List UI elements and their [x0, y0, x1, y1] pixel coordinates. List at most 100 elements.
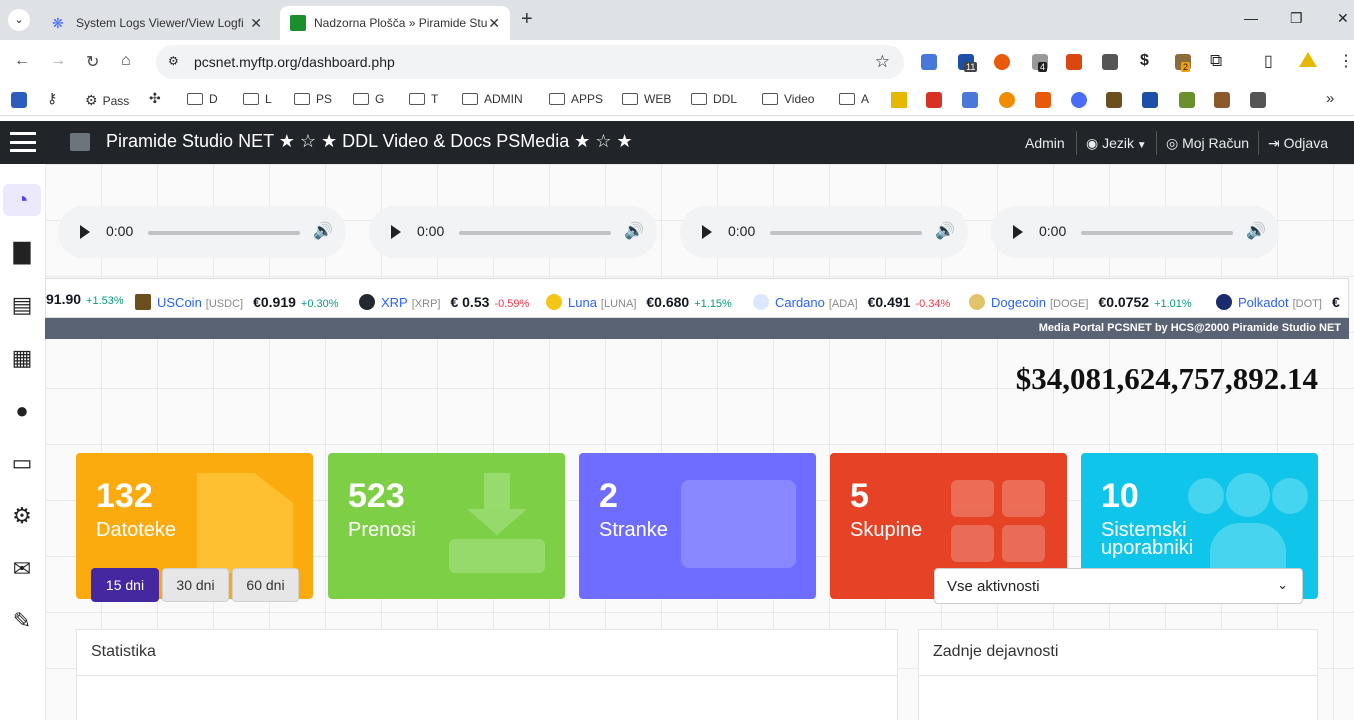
ticker-item[interactable]: USCoin [USDC] €0.919 +0.30% [135, 291, 339, 310]
ticker-item[interactable]: Luna [LUNA] €0.680 +1.15% [546, 291, 732, 310]
lock-extension-icon[interactable] [1066, 54, 1082, 70]
bookmark-icon[interactable] [1035, 92, 1051, 108]
audio-player[interactable]: 0:00 🔊 [369, 206, 657, 258]
nav-account[interactable]: ◎ Moj Račun [1166, 135, 1249, 152]
address-bar[interactable]: ⚙ pcsnet.myftp.org/dashboard.php ☆ [156, 45, 904, 79]
extension-icon[interactable] [994, 54, 1010, 70]
site-brand-title[interactable]: Piramide Studio NET ★ ☆ ★ DDL Video & Do… [106, 131, 633, 152]
bookmark-folder-apps[interactable]: APPS [549, 92, 603, 106]
range-15-days-button[interactable]: 15 dni [91, 568, 159, 602]
bookmark-star-icon[interactable]: ☆ [875, 52, 890, 72]
side-panel-icon[interactable]: ▯ [1264, 51, 1273, 71]
bookmark-folder-d[interactable]: D [187, 92, 218, 106]
crypto-ticker[interactable]: 91.90 +1.53% USCoin [USDC] €0.919 +0.30%… [45, 278, 1349, 318]
bookmark-icon[interactable] [999, 92, 1015, 108]
bookmark-radio-icon[interactable] [11, 92, 27, 108]
restore-icon[interactable]: ❐ [1290, 10, 1303, 27]
audio-player[interactable]: 0:00 🔊 [991, 206, 1279, 258]
stat-card-clients[interactable]: 2 Stranke [579, 453, 816, 599]
nav-logout[interactable]: ⇥ Odjava [1268, 135, 1328, 152]
audio-player[interactable]: 0:00 🔊 [680, 206, 968, 258]
bookmark-pass[interactable]: ⚙ Pass [85, 92, 129, 109]
grid-icon[interactable]: ▦ [6, 342, 38, 374]
bookmark-puzzle-icon[interactable]: ✣ [149, 90, 161, 107]
bookmark-folder-g[interactable]: G [353, 92, 384, 106]
ticker-item[interactable]: 91.90 +1.53% [46, 291, 124, 307]
folder-icon [762, 93, 778, 105]
bookmark-key-icon[interactable]: ⚷ [47, 90, 57, 107]
play-icon[interactable] [1013, 225, 1023, 239]
play-icon[interactable] [391, 225, 401, 239]
bookmark-icon[interactable] [1071, 92, 1087, 108]
volume-icon[interactable]: 🔊 [935, 221, 955, 241]
dollar-extension-icon[interactable]: $ [1140, 52, 1149, 70]
envelope-icon[interactable]: ✉ [6, 553, 38, 585]
play-icon[interactable] [80, 225, 90, 239]
new-tab-button[interactable]: + [521, 8, 533, 31]
more-bookmarks-icon[interactable]: » [1326, 90, 1334, 107]
menu-kebab-icon[interactable]: ⋮ [1338, 51, 1354, 71]
stat-card-downloads[interactable]: 523 Prenosi [328, 453, 565, 599]
nav-language-dropdown[interactable]: ◉ Jezik ▼ [1086, 135, 1147, 152]
shield-extension-icon[interactable] [1102, 54, 1118, 70]
gear-icon[interactable]: ⚙ [6, 500, 38, 532]
bookmark-folder-admin[interactable]: ADMIN [462, 92, 523, 106]
tab-search-button[interactable]: ⌄ [8, 9, 30, 31]
ticker-item[interactable]: Cardano [ADA] €0.491 -0.34% [753, 291, 950, 310]
puzzle-extensions-icon[interactable]: ⧉ [1210, 51, 1222, 71]
id-card-icon[interactable]: ▤ [6, 289, 38, 321]
back-icon[interactable]: ← [14, 52, 30, 70]
ticker-item[interactable]: XRP [XRP] € 0.53 -0.59% [359, 291, 529, 310]
range-30-days-button[interactable]: 30 dni [162, 568, 229, 602]
bookmark-folder-a[interactable]: A [839, 92, 869, 106]
bookmark-folder-video[interactable]: Video [762, 92, 814, 106]
bookmark-folder-l[interactable]: L [243, 92, 272, 106]
volume-icon[interactable]: 🔊 [624, 221, 644, 241]
translate-extension-icon[interactable] [921, 54, 937, 70]
bookmark-folder-t[interactable]: T [409, 92, 438, 106]
forward-icon[interactable]: → [50, 52, 66, 70]
bookmark-folder-web[interactable]: WEB [622, 92, 671, 106]
home-icon[interactable]: ⌂ [121, 52, 131, 70]
bookmark-icon[interactable] [1179, 92, 1195, 108]
profile-icon[interactable] [1299, 52, 1317, 67]
recent-activity-panel: Zadnje dejavnosti [918, 629, 1318, 720]
range-60-days-button[interactable]: 60 dni [232, 568, 299, 602]
volume-icon[interactable]: 🔊 [313, 221, 333, 241]
close-window-icon[interactable]: ✕ [1337, 10, 1349, 27]
nav-admin[interactable]: Admin [1025, 135, 1065, 151]
monitor-icon[interactable]: ▭ [6, 447, 38, 479]
audio-progress-track[interactable] [1081, 231, 1233, 235]
browser-tab-logs[interactable]: ❋ System Logs Viewer/View Logfi ✕ [42, 6, 272, 40]
play-icon[interactable] [702, 225, 712, 239]
users-icon[interactable]: ● [6, 395, 38, 427]
bookmark-icon[interactable] [1250, 92, 1266, 108]
file-icon[interactable]: ▇ [6, 236, 38, 268]
bookmark-folder-ps[interactable]: PS [294, 92, 332, 106]
close-tab-icon[interactable]: ✕ [250, 15, 262, 32]
translate-bookmark-icon[interactable] [962, 92, 978, 108]
bookmark-icon[interactable] [1106, 92, 1122, 108]
dashboard-icon[interactable]: ◔ [3, 184, 41, 216]
volume-icon[interactable]: 🔊 [1246, 221, 1266, 241]
gmail-bookmark-icon[interactable] [926, 92, 942, 108]
audio-progress-track[interactable] [770, 231, 922, 235]
audio-progress-track[interactable] [459, 231, 611, 235]
bookmark-icon[interactable] [1214, 92, 1230, 108]
audio-player[interactable]: 0:00 🔊 [58, 206, 346, 258]
reload-icon[interactable]: ↻ [86, 52, 99, 72]
bookmark-folder-ddl[interactable]: DDL [691, 92, 737, 106]
bookmark-icon[interactable] [891, 92, 907, 108]
activity-filter-select[interactable]: Vse aktivnosti ⌄ [934, 568, 1303, 604]
audio-progress-track[interactable] [148, 231, 300, 235]
ticker-item[interactable]: Polkadot [DOT] € [1216, 291, 1345, 310]
close-tab-icon[interactable]: ✕ [488, 15, 500, 32]
hamburger-menu-icon[interactable] [10, 132, 36, 152]
nav-account-label: Moj Račun [1182, 135, 1250, 151]
minimize-icon[interactable]: — [1244, 10, 1258, 26]
ticker-item[interactable]: Dogecoin [DOGE] €0.0752 +1.01% [969, 291, 1192, 310]
browser-tab-dashboard[interactable]: Nadzorna Plošča » Piramide Stu ✕ [280, 6, 510, 40]
site-info-icon[interactable]: ⚙ [168, 54, 179, 68]
bookmark-icon[interactable] [1142, 92, 1158, 108]
wrench-icon[interactable]: ✎ [6, 605, 38, 637]
